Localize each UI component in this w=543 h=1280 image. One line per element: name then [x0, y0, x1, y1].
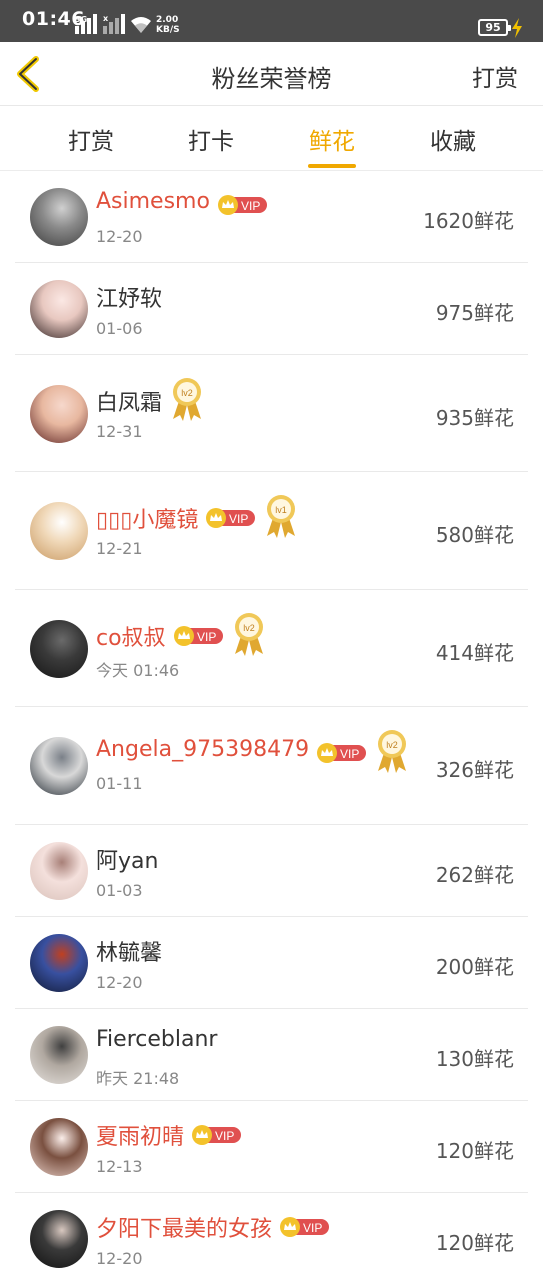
fan-name[interactable]: 夏雨初晴	[96, 1119, 184, 1151]
fan-row[interactable]: 白凤霜 lv2 12-31 935鲜花	[15, 355, 528, 472]
fan-row[interactable]: 夏雨初晴 VIP 12-13 120鲜花	[15, 1101, 528, 1193]
tab-label: 打赏	[68, 129, 114, 155]
signal-icon	[75, 14, 97, 34]
signal-2-icon	[103, 14, 125, 34]
level-medal-icon: lv1	[267, 495, 295, 538]
fan-row[interactable]: Asimesmo VIP 12-20 1620鲜花	[15, 171, 528, 263]
avatar[interactable]	[30, 737, 88, 795]
fan-name[interactable]: 江妤软	[96, 281, 162, 313]
flower-count: 120鲜花	[435, 1231, 514, 1255]
fan-name[interactable]: 林毓馨	[96, 935, 162, 967]
speed-value: 2.00	[156, 15, 179, 25]
flower-count: 200鲜花	[435, 955, 514, 979]
vip-badge-label: VIP	[340, 747, 359, 761]
battery-level: 95	[478, 19, 511, 36]
avatar[interactable]	[30, 1026, 88, 1084]
fan-date: 01-06	[96, 319, 143, 338]
reward-button[interactable]: 打赏	[472, 59, 518, 93]
page-title: 粉丝荣誉榜	[211, 65, 332, 93]
level-medal-label: lv1	[275, 505, 287, 515]
vip-badge-icon: VIP	[206, 508, 255, 528]
level-medal-icon: lv2	[378, 730, 406, 773]
level-medal-label: lv2	[181, 388, 193, 398]
fan-row[interactable]: 阿yan 01-03 262鲜花	[15, 825, 528, 917]
fan-date: 昨天 21:48	[96, 1069, 180, 1088]
fan-date: 12-20	[96, 1249, 143, 1268]
tab-label: 打卡	[188, 129, 234, 155]
fan-name[interactable]: Asimesmo	[96, 189, 210, 214]
speed-unit: KB/S	[156, 25, 180, 35]
charging-icon	[512, 18, 522, 38]
vip-badge-icon: VIP	[192, 1125, 241, 1145]
status-bar: 01:46 3G x 2.00 KB/S 95	[0, 0, 543, 42]
tab-flowers[interactable]: 鲜花	[282, 122, 382, 168]
tab-reward[interactable]: 打赏	[41, 122, 141, 156]
avatar[interactable]	[30, 1118, 88, 1176]
avatar[interactable]	[30, 1210, 88, 1268]
vip-badge-label: VIP	[229, 512, 248, 526]
fan-name[interactable]: 夕阳下最美的女孩	[96, 1211, 272, 1243]
vip-badge-label: VIP	[303, 1221, 322, 1235]
fan-name[interactable]: 白凤霜	[96, 385, 162, 417]
avatar[interactable]	[30, 502, 88, 560]
tab-label: 鲜花	[309, 129, 355, 155]
fan-date: 12-20	[96, 227, 143, 246]
vip-badge-label: VIP	[241, 199, 260, 213]
fan-name[interactable]: Fierceblanr	[96, 1027, 217, 1052]
level-medal-icon: lv2	[173, 378, 201, 421]
flower-count: 975鲜花	[435, 301, 514, 325]
avatar[interactable]	[30, 842, 88, 900]
tab-active-indicator	[308, 164, 356, 168]
vip-badge-label: VIP	[197, 630, 216, 644]
fan-row[interactable]: Fierceblanr 昨天 21:48 130鲜花	[15, 1009, 528, 1101]
level-medal-label: lv2	[386, 740, 398, 750]
flower-count: 414鲜花	[435, 641, 514, 665]
flower-count: 262鲜花	[435, 863, 514, 887]
fan-date: 12-13	[96, 1157, 143, 1176]
fan-name[interactable]: Angela_975398479	[96, 737, 309, 762]
avatar[interactable]	[30, 280, 88, 338]
fan-date: 01-03	[96, 881, 143, 900]
fan-row[interactable]: 林毓馨 12-20 200鲜花	[15, 917, 528, 1009]
avatar[interactable]	[30, 620, 88, 678]
level-medal-label: lv2	[243, 623, 255, 633]
fan-row[interactable]: 江妤软 01-06 975鲜花	[15, 263, 528, 355]
tab-favorites[interactable]: 收藏	[403, 122, 503, 156]
nav-bar: 粉丝荣誉榜 打赏	[0, 42, 543, 106]
avatar[interactable]	[30, 934, 88, 992]
network-speed: 2.00 KB/S	[156, 15, 180, 35]
fan-row[interactable]: ▯▯▯小魔镜 VIP lv1 12-21 580鲜花	[15, 472, 528, 590]
fan-name[interactable]: 阿yan	[96, 843, 158, 875]
vip-badge-icon: VIP	[174, 626, 223, 646]
fan-date: 今天 01:46	[96, 661, 180, 680]
wifi-icon	[131, 17, 151, 33]
flower-count: 1620鲜花	[423, 209, 514, 233]
fan-row[interactable]: Angela_975398479 VIP lv2 01-11 326鲜花	[15, 707, 528, 825]
vip-badge-icon: VIP	[280, 1217, 329, 1237]
fan-date: 12-20	[96, 973, 143, 992]
fan-row[interactable]: co叔叔 VIP lv2 今天 01:46 414鲜花	[15, 590, 528, 707]
flower-count: 935鲜花	[435, 406, 514, 430]
fan-date: 12-21	[96, 539, 143, 558]
fan-row[interactable]: 夕阳下最美的女孩 VIP 12-20 120鲜花	[15, 1193, 528, 1280]
tab-bar: 打赏 打卡 鲜花 收藏	[0, 106, 543, 171]
vip-badge-label: VIP	[215, 1129, 234, 1143]
flower-count: 580鲜花	[435, 523, 514, 547]
fan-date: 12-31	[96, 422, 143, 441]
avatar[interactable]	[30, 188, 88, 246]
flower-count: 326鲜花	[435, 758, 514, 782]
flower-count: 120鲜花	[435, 1139, 514, 1163]
avatar[interactable]	[30, 385, 88, 443]
flower-count: 130鲜花	[435, 1047, 514, 1071]
level-medal-icon: lv2	[235, 613, 263, 656]
fan-name[interactable]: ▯▯▯小魔镜	[96, 502, 198, 534]
tab-checkin[interactable]: 打卡	[161, 122, 261, 156]
vip-badge-icon: VIP	[218, 195, 267, 215]
fan-date: 01-11	[96, 774, 143, 793]
tab-label: 收藏	[430, 129, 476, 155]
fan-name[interactable]: co叔叔	[96, 620, 166, 652]
vip-badge-icon: VIP	[317, 743, 366, 763]
